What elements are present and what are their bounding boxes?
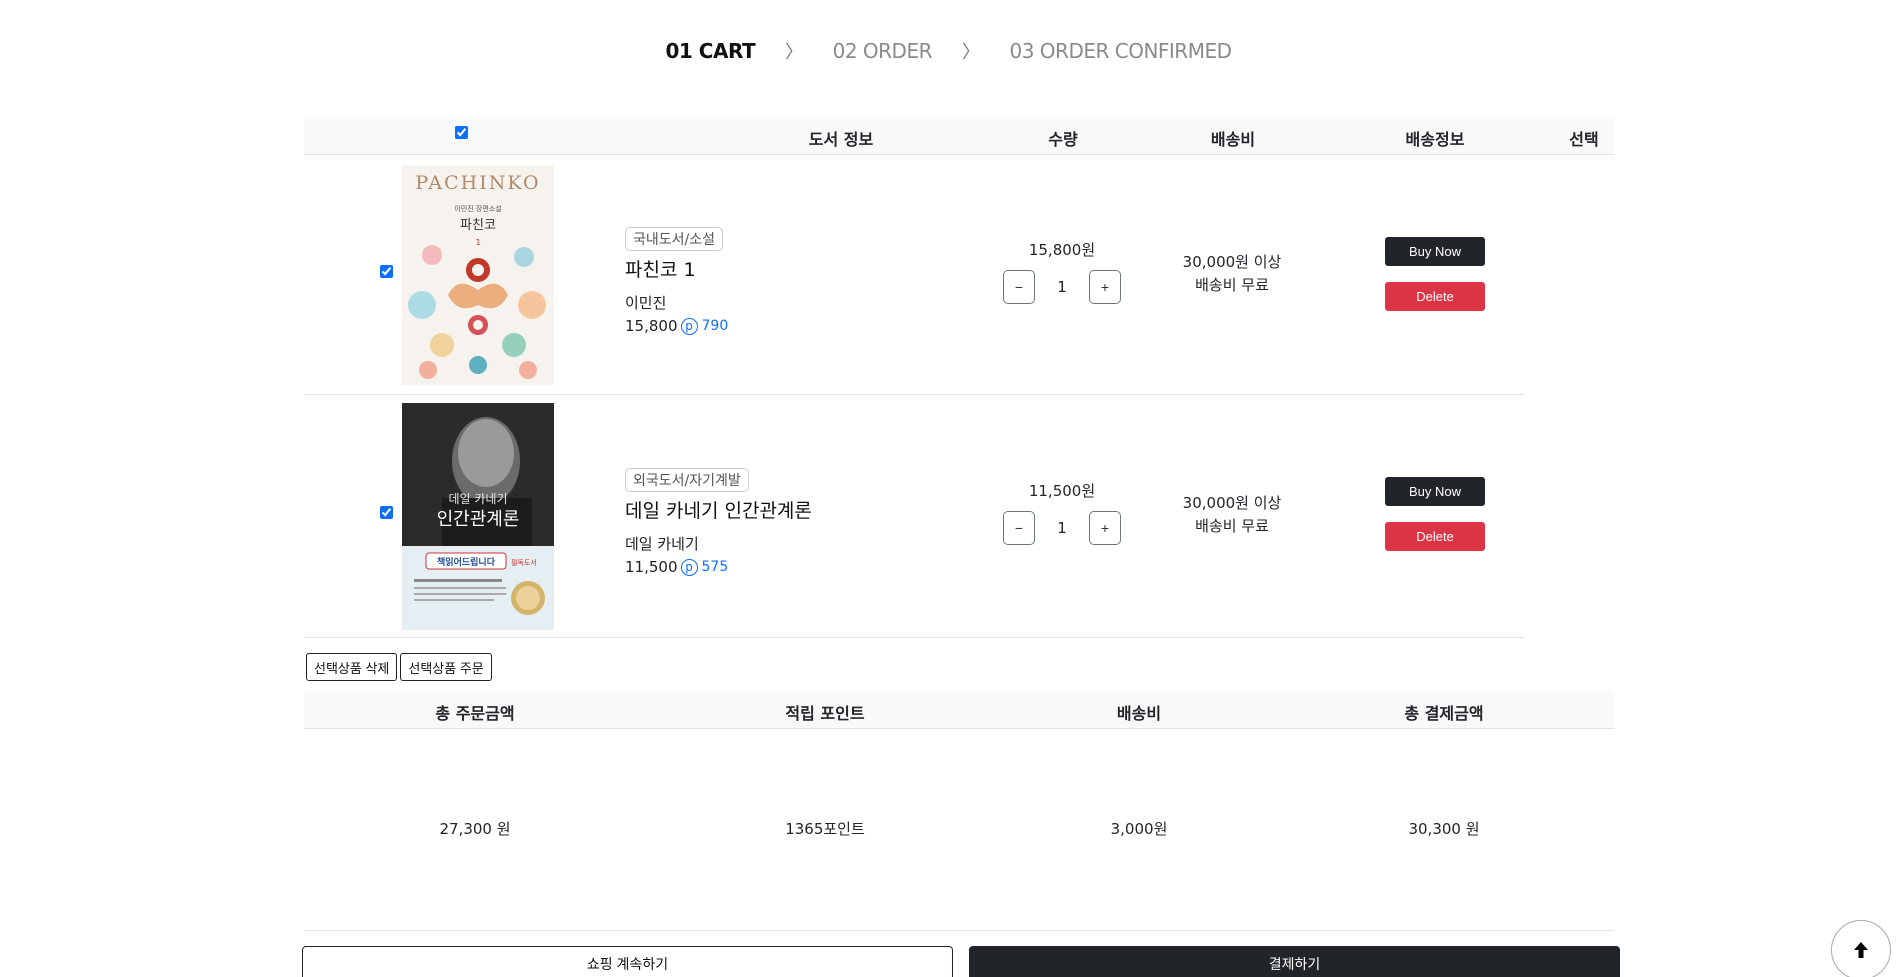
quantity-value: 1	[1057, 519, 1067, 537]
checkout-steps: 01 CART 〉 02 ORDER 〉 03 ORDER CONFIRMED	[0, 38, 1897, 64]
quantity-block: 15,800원 − 1 +	[997, 239, 1127, 304]
step-chevron-icon: 〉	[785, 42, 803, 63]
cart-item-row: PACHINKO 이민진 장편소설 파친코 1 국내도서/소설 파친코 1 이민…	[304, 155, 1524, 395]
total-points: 1365포인트	[785, 820, 865, 838]
svg-text:인간관계론: 인간관계론	[437, 509, 520, 530]
delete-selected-button[interactable]: 선택상품 삭제	[306, 653, 398, 681]
book-info: 국내도서/소설 파친코 1 이민진 15,800 p 790	[625, 227, 728, 335]
decrease-quantity-button[interactable]: −	[1003, 511, 1035, 545]
buy-now-button[interactable]: Buy Now	[1385, 237, 1485, 266]
quantity-block: 11,500원 − 1 +	[997, 480, 1127, 545]
step-cart: 01 CART	[665, 39, 756, 63]
scroll-to-top-button[interactable]	[1831, 920, 1891, 977]
cart-table-header: 도서 정보 수량 배송비 배송정보 선택	[304, 117, 1614, 155]
unit-price: 11,500원	[1028, 482, 1096, 500]
shipping-fee-info: 30,000원 이상 배송비 무료	[1167, 251, 1297, 297]
category-badge: 외국도서/자기계발	[625, 468, 749, 492]
book-cover-image[interactable]: 데일 카네기 인간관계론 책읽어드립니다 필독도서	[402, 403, 554, 630]
shipping-threshold: 30,000원 이상	[1182, 253, 1282, 271]
book-author: 데일 카네기	[625, 535, 699, 553]
shipping-amount: 3,000원	[1110, 820, 1168, 838]
book-points: 790	[701, 318, 729, 334]
shipping-threshold: 30,000원 이상	[1182, 494, 1282, 512]
book-title[interactable]: 파친코 1	[625, 255, 728, 282]
total-order-amount: 27,300 원	[439, 820, 511, 838]
order-selected-button[interactable]: 선택상품 주문	[400, 653, 492, 681]
book-cover-image[interactable]: PACHINKO 이민진 장편소설 파친코 1	[402, 165, 554, 385]
svg-text:PACHINKO: PACHINKO	[415, 172, 540, 194]
point-icon: p	[680, 317, 698, 335]
selection-actions: 선택상품 삭제 선택상품 주문	[306, 653, 492, 681]
item-actions: Buy Now Delete	[1385, 237, 1485, 311]
quantity-stepper: − 1 +	[997, 270, 1127, 304]
book-info: 외국도서/자기계발 데일 카네기 인간관계론 데일 카네기 11,500 p 5…	[625, 468, 812, 576]
svg-text:이민진 장편소설: 이민진 장편소설	[454, 204, 501, 213]
cart-item-row: 데일 카네기 인간관계론 책읽어드립니다 필독도서 외국도서/자기계발 데일 카…	[304, 395, 1524, 638]
increase-quantity-button[interactable]: +	[1089, 511, 1121, 545]
buy-now-button[interactable]: Buy Now	[1385, 477, 1485, 506]
point-icon: p	[680, 558, 698, 576]
book-price-line: 11,500 p 575	[625, 558, 812, 576]
header-shipping-fee: 배송비	[1210, 130, 1256, 149]
book-price: 11,500	[625, 558, 678, 576]
divider	[304, 930, 1614, 931]
category-badge: 국내도서/소설	[625, 227, 723, 251]
svg-text:데일 카네기: 데일 카네기	[448, 492, 507, 506]
summary-header-shipping: 배송비	[1116, 704, 1162, 723]
shipping-fee-info: 30,000원 이상 배송비 무료	[1167, 492, 1297, 538]
item-checkbox[interactable]	[380, 265, 393, 278]
shipping-free-text: 배송비 무료	[1195, 517, 1269, 535]
header-select: 선택	[1569, 130, 1599, 149]
book-price: 15,800	[625, 317, 678, 335]
summary-header-total-order: 총 주문금액	[435, 704, 515, 723]
decrease-quantity-button[interactable]: −	[1003, 270, 1035, 304]
increase-quantity-button[interactable]: +	[1089, 270, 1121, 304]
summary-header-points: 적립 포인트	[785, 704, 865, 723]
quantity-value: 1	[1057, 278, 1067, 296]
delete-button[interactable]: Delete	[1385, 282, 1485, 311]
checkout-button[interactable]: 결제하기	[969, 946, 1620, 977]
unit-price: 15,800원	[1028, 241, 1096, 259]
continue-shopping-button[interactable]: 쇼핑 계속하기	[302, 946, 953, 977]
item-checkbox[interactable]	[380, 506, 393, 519]
shipping-free-text: 배송비 무료	[1195, 276, 1269, 294]
step-order-confirmed: 03 ORDER CONFIRMED	[1009, 39, 1233, 63]
step-order: 02 ORDER	[832, 39, 933, 63]
svg-text:필독도서: 필독도서	[511, 558, 537, 567]
summary-header: 총 주문금액 적립 포인트 배송비 총 결제금액	[304, 691, 1614, 729]
step-chevron-icon: 〉	[962, 42, 980, 63]
svg-text:1: 1	[475, 238, 480, 247]
quantity-stepper: − 1 +	[997, 511, 1127, 545]
book-price-line: 15,800 p 790	[625, 317, 728, 335]
arrow-up-icon	[1854, 942, 1868, 958]
header-shipping-info: 배송정보	[1405, 130, 1465, 149]
delete-button[interactable]: Delete	[1385, 522, 1485, 551]
select-all-checkbox[interactable]	[455, 126, 468, 139]
book-title[interactable]: 데일 카네기 인간관계론	[625, 496, 812, 523]
svg-text:책읽어드립니다: 책읽어드립니다	[437, 556, 496, 568]
total-payment-amount: 30,300 원	[1408, 820, 1480, 838]
item-actions: Buy Now Delete	[1385, 477, 1485, 551]
summary-header-total-payment: 총 결제금액	[1404, 704, 1484, 723]
header-quantity: 수량	[1048, 130, 1078, 149]
book-points: 575	[701, 559, 729, 575]
book-author: 이민진	[625, 294, 667, 312]
header-book-info: 도서 정보	[808, 130, 874, 149]
svg-text:파친코: 파친코	[460, 218, 496, 233]
